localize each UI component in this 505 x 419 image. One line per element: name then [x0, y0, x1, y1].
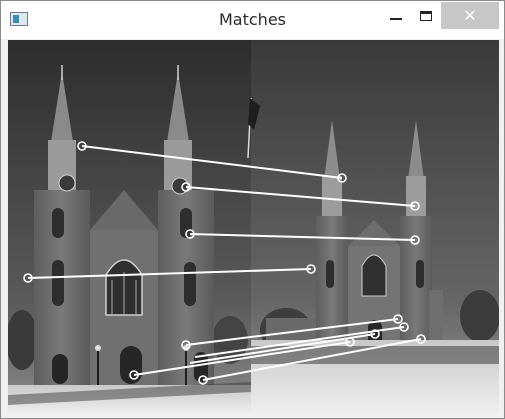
- close-button[interactable]: ✕: [441, 2, 499, 29]
- minimize-icon: [390, 17, 402, 20]
- matches-window: Matches ✕: [0, 0, 505, 419]
- matches-image: [8, 40, 499, 413]
- maximize-button[interactable]: [411, 2, 441, 29]
- close-icon: ✕: [463, 6, 477, 25]
- maximize-icon: [420, 10, 432, 21]
- matches-image-panel: [8, 40, 499, 413]
- title-bar[interactable]: Matches ✕: [1, 1, 504, 39]
- minimize-button[interactable]: [381, 2, 411, 29]
